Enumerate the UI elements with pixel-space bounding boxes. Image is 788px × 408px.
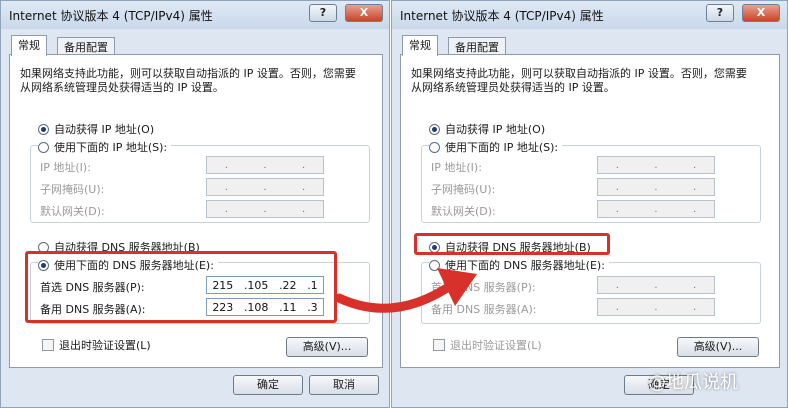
radio-icon[interactable]	[38, 123, 49, 135]
help-button[interactable]: ?	[309, 4, 337, 22]
radio-icon[interactable]	[429, 123, 440, 135]
watermark: @地瓜说机	[648, 372, 738, 393]
auto-ip-option[interactable]: 自动获得 IP 地址(O)	[38, 121, 154, 137]
red-arrow-icon	[335, 268, 477, 313]
ip-address-field[interactable]: ...	[206, 156, 324, 174]
manual-ip-label: 使用下面的 IP 地址(S):	[54, 141, 168, 154]
tab-alternate-config[interactable]: 备用配置	[57, 37, 115, 55]
dialog-right: Internet 协议版本 4 (TCP/IPv4) 属性 ? X 常规 备用配…	[391, 0, 788, 408]
validate-option[interactable]: 退出时验证设置(L)	[42, 337, 151, 353]
intro-text: 如果网络支持此功能，则可以获取自动指派的 IP 设置。否则，您需要从网络系统管理…	[20, 67, 356, 94]
ip-address-label: IP 地址(I):	[40, 161, 91, 174]
manual-ip-label: 使用下面的 IP 地址(S):	[445, 141, 559, 154]
tab-general[interactable]: 常规	[11, 35, 47, 56]
intro-text: 如果网络支持此功能，则可以获取自动指派的 IP 设置。否则，您需要从网络系统管理…	[411, 67, 747, 94]
gateway-label: 默认网关(D):	[431, 205, 496, 218]
checkbox-icon[interactable]	[433, 339, 445, 351]
cancel-button[interactable]: 取消	[309, 375, 379, 395]
close-button[interactable]: X	[742, 4, 780, 22]
subnet-field[interactable]: ...	[206, 178, 324, 196]
titlebar: Internet 协议版本 4 (TCP/IPv4) 属性 ? X	[392, 1, 787, 29]
validate-label: 退出时验证设置(L)	[59, 339, 151, 352]
radio-icon[interactable]	[429, 141, 440, 153]
gateway-field[interactable]: ...	[206, 200, 324, 218]
gateway-field[interactable]: ...	[597, 200, 715, 218]
highlight-box	[414, 233, 610, 255]
subnet-label: 子网掩码(U):	[40, 183, 105, 196]
close-button[interactable]: X	[345, 4, 383, 22]
ip-address-label: IP 地址(I):	[431, 161, 482, 174]
titlebar: Internet 协议版本 4 (TCP/IPv4) 属性 ? X	[1, 1, 389, 29]
manual-ip-option[interactable]: 使用下面的 IP 地址(S):	[38, 139, 172, 155]
checkbox-icon[interactable]	[42, 339, 54, 351]
auto-ip-label: 自动获得 IP 地址(O)	[54, 123, 155, 136]
alternate-dns-field[interactable]: ...	[597, 298, 715, 316]
validate-option[interactable]: 退出时验证设置(L)	[433, 337, 542, 353]
auto-ip-option[interactable]: 自动获得 IP 地址(O)	[429, 121, 545, 137]
subnet-label: 子网掩码(U):	[431, 183, 496, 196]
ip-address-field[interactable]: ...	[597, 156, 715, 174]
validate-label: 退出时验证设置(L)	[450, 339, 542, 352]
manual-ip-option[interactable]: 使用下面的 IP 地址(S):	[429, 139, 563, 155]
gateway-label: 默认网关(D):	[40, 205, 105, 218]
subnet-field[interactable]: ...	[597, 178, 715, 196]
advanced-button[interactable]: 高级(V)...	[286, 337, 368, 357]
ok-button[interactable]: 确定	[233, 375, 303, 395]
preferred-dns-field[interactable]: ...	[597, 276, 715, 294]
highlight-box	[25, 251, 337, 323]
tab-alternate-config[interactable]: 备用配置	[448, 37, 506, 55]
window-title: Internet 协议版本 4 (TCP/IPv4) 属性	[400, 9, 604, 23]
radio-icon[interactable]	[38, 141, 49, 153]
window-title: Internet 协议版本 4 (TCP/IPv4) 属性	[9, 9, 213, 23]
help-button[interactable]: ?	[706, 4, 734, 22]
tab-general[interactable]: 常规	[402, 35, 438, 56]
auto-ip-label: 自动获得 IP 地址(O)	[445, 123, 546, 136]
dialog-left: Internet 协议版本 4 (TCP/IPv4) 属性 ? X 常规 备用配…	[0, 0, 390, 408]
advanced-button[interactable]: 高级(V)...	[677, 337, 759, 357]
